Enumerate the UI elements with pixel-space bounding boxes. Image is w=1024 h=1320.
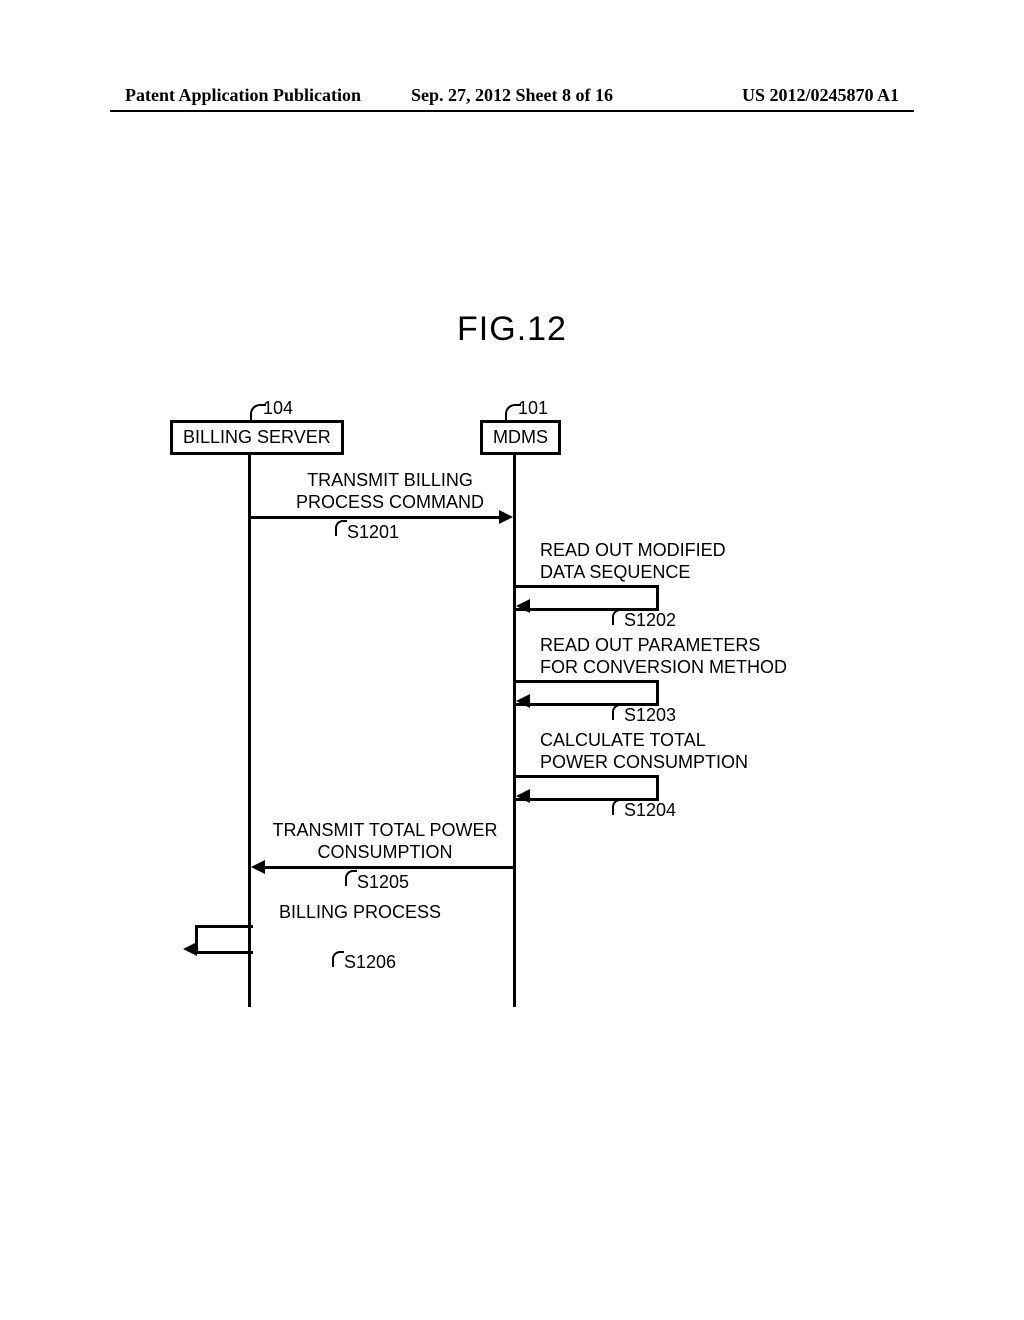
msg-s1205-line2: CONSUMPTION: [318, 842, 453, 862]
arrow-head-icon: [516, 694, 530, 708]
mdms-lifeline: [513, 452, 516, 1007]
sequence-diagram: 104 BILLING SERVER 101 MDMS TRANSMIT BIL…: [0, 390, 1024, 1040]
mdms-ref: 101: [518, 398, 548, 419]
msg-s1202-line2: DATA SEQUENCE: [540, 562, 690, 582]
hook-icon: [612, 609, 624, 625]
mdms-box: MDMS: [480, 420, 561, 455]
page-header: Patent Application Publication Sep. 27, …: [0, 85, 1024, 106]
arrow-head-icon: [516, 599, 530, 613]
hook-icon: [335, 520, 347, 536]
hook-icon: [345, 870, 357, 886]
page: Patent Application Publication Sep. 27, …: [0, 0, 1024, 1320]
billing-server-ref: 104: [263, 398, 293, 419]
step-s1203: S1203: [624, 705, 676, 726]
msg-s1203: READ OUT PARAMETERS FOR CONVERSION METHO…: [540, 635, 787, 678]
step-s1205: S1205: [357, 872, 409, 893]
header-rule: [110, 110, 914, 112]
arrow-head-icon: [516, 789, 530, 803]
msg-s1204-line2: POWER CONSUMPTION: [540, 752, 748, 772]
arrow-s1205: [263, 866, 513, 869]
step-s1202: S1202: [624, 610, 676, 631]
self-loop-s1206: [195, 925, 253, 954]
figure-title: FIG.12: [457, 310, 567, 349]
msg-s1204: CALCULATE TOTAL POWER CONSUMPTION: [540, 730, 748, 773]
header-right: US 2012/0245870 A1: [742, 85, 899, 106]
msg-s1206-line1: BILLING PROCESS: [279, 902, 441, 922]
msg-s1201-line1: TRANSMIT BILLING: [307, 470, 473, 490]
self-loop-s1203: [516, 680, 659, 706]
step-s1204: S1204: [624, 800, 676, 821]
billing-server-lifeline: [248, 452, 251, 1007]
self-loop-s1202: [516, 585, 659, 611]
msg-s1201-line2: PROCESS COMMAND: [296, 492, 484, 512]
step-s1206: S1206: [344, 952, 396, 973]
arrow-head-icon: [499, 510, 513, 524]
self-loop-s1204: [516, 775, 659, 801]
arrow-s1201: [251, 516, 501, 519]
billing-server-box: BILLING SERVER: [170, 420, 344, 455]
msg-s1203-line2: FOR CONVERSION METHOD: [540, 657, 787, 677]
hook-icon: [332, 951, 344, 967]
step-s1201: S1201: [347, 522, 399, 543]
arrow-head-icon: [183, 942, 197, 956]
msg-s1205-line1: TRANSMIT TOTAL POWER: [272, 820, 497, 840]
msg-s1206: BILLING PROCESS: [260, 902, 460, 924]
msg-s1203-line1: READ OUT PARAMETERS: [540, 635, 760, 655]
msg-s1202-line1: READ OUT MODIFIED: [540, 540, 726, 560]
hook-icon: [612, 799, 624, 815]
header-center: Sep. 27, 2012 Sheet 8 of 16: [411, 85, 613, 106]
msg-s1201: TRANSMIT BILLING PROCESS COMMAND: [280, 470, 500, 513]
arrow-head-icon: [251, 860, 265, 874]
hook-icon: [612, 704, 624, 720]
msg-s1202: READ OUT MODIFIED DATA SEQUENCE: [540, 540, 726, 583]
msg-s1205: TRANSMIT TOTAL POWER CONSUMPTION: [260, 820, 510, 863]
msg-s1204-line1: CALCULATE TOTAL: [540, 730, 706, 750]
header-left: Patent Application Publication: [125, 85, 361, 106]
